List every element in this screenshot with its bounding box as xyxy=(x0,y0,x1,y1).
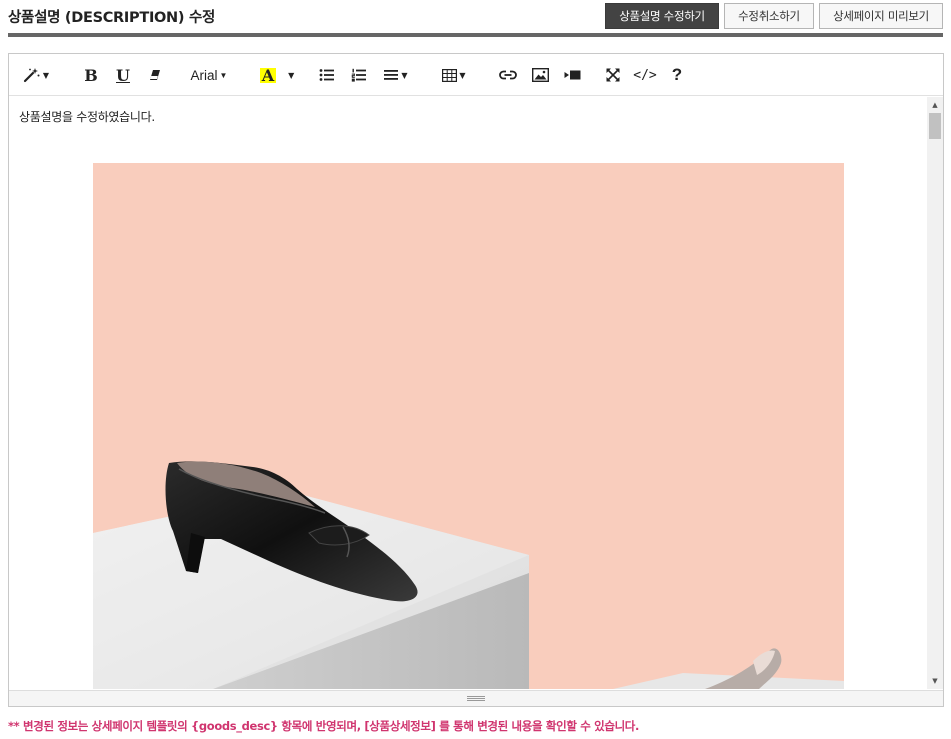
fullscreen-button[interactable] xyxy=(603,62,623,88)
chevron-down-icon: ▼ xyxy=(42,70,50,80)
page-title: 상품설명 (DESCRIPTION) 수정 xyxy=(8,10,216,26)
align-dropdown-button[interactable]: ▼ xyxy=(381,62,411,88)
chevron-down-icon: ▼ xyxy=(459,70,466,80)
scroll-down-icon[interactable]: ▼ xyxy=(927,673,943,689)
scroll-thumb[interactable] xyxy=(929,113,941,139)
editor-resize-handle[interactable] xyxy=(9,690,943,706)
code-view-button[interactable]: </> xyxy=(633,62,657,88)
insert-link-button[interactable] xyxy=(497,62,519,88)
font-family-dropdown[interactable]: Arial ▼ xyxy=(185,62,233,88)
align-icon xyxy=(384,70,399,80)
content-text: 상품설명을 수정하였습니다. xyxy=(19,110,155,124)
clear-format-button[interactable] xyxy=(145,62,165,88)
magic-wand-icon xyxy=(23,68,40,83)
bullet-list-button[interactable] xyxy=(317,62,337,88)
link-icon xyxy=(499,70,517,80)
cancel-edit-button[interactable]: 수정취소하기 xyxy=(724,3,814,29)
help-button[interactable]: ? xyxy=(667,62,687,88)
image-icon xyxy=(531,68,549,82)
chevron-down-icon: ▼ xyxy=(219,70,228,80)
numbered-list-button[interactable] xyxy=(349,62,369,88)
style-dropdown-button[interactable]: ▼ xyxy=(19,62,53,88)
bold-button[interactable]: B xyxy=(81,62,101,88)
notice-text: ** 변경된 정보는 상세페이지 템플릿의 {goods_desc} 항목에 반… xyxy=(8,719,640,733)
bullet-list-icon xyxy=(319,69,334,81)
editor-content-area[interactable]: 상품설명을 수정하였습니다. xyxy=(9,97,927,689)
font-family-label: Arial xyxy=(190,67,218,83)
font-color-button[interactable]: A ▼ xyxy=(257,62,297,88)
header-divider xyxy=(8,33,943,37)
preview-detail-page-button[interactable]: 상세페이지 미리보기 xyxy=(819,3,943,29)
chevron-down-icon: ▼ xyxy=(288,70,295,80)
save-description-button[interactable]: 상품설명 수정하기 xyxy=(605,3,719,29)
rich-text-editor: ▼ B U Arial ▼ A ▼ ▼ ▼ </> ? 상품설명을 수정하였습니… xyxy=(8,53,944,707)
product-shoe-photo xyxy=(93,163,844,689)
grip-icon xyxy=(467,696,485,701)
table-icon xyxy=(442,68,458,82)
table-dropdown-button[interactable]: ▼ xyxy=(439,62,469,88)
insert-image-button[interactable] xyxy=(529,62,551,88)
vertical-scrollbar[interactable]: ▲ ▼ xyxy=(927,97,943,689)
fullscreen-icon xyxy=(606,68,620,82)
underline-button[interactable]: U xyxy=(113,62,133,88)
insert-video-button[interactable] xyxy=(561,62,583,88)
numbered-list-icon xyxy=(351,68,366,82)
editor-toolbar: ▼ B U Arial ▼ A ▼ ▼ ▼ </> ? xyxy=(9,54,943,96)
video-icon xyxy=(564,70,580,80)
header-actions: 상품설명 수정하기 수정취소하기 상세페이지 미리보기 xyxy=(605,3,943,29)
font-color-icon: A xyxy=(259,65,277,85)
eraser-icon xyxy=(150,70,160,80)
chevron-down-icon: ▼ xyxy=(401,70,408,80)
scroll-up-icon[interactable]: ▲ xyxy=(927,97,943,113)
